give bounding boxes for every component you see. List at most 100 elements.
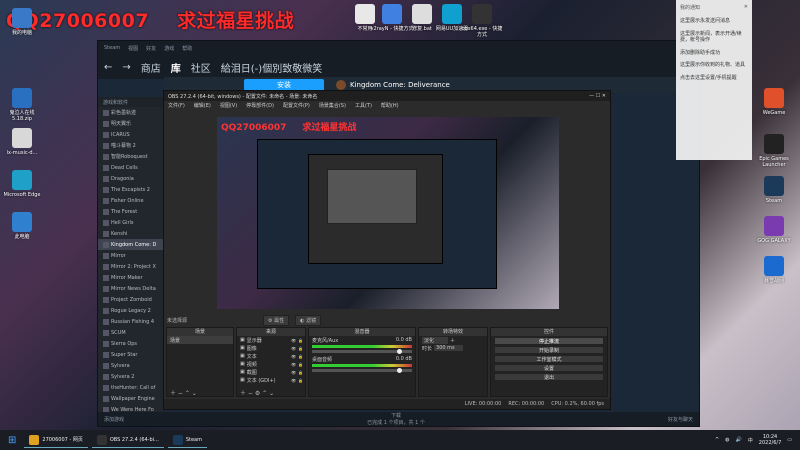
- control-button[interactable]: 退出: [494, 373, 604, 381]
- game-list-item[interactable]: The Forest: [98, 206, 164, 217]
- control-button[interactable]: 开始录制: [494, 346, 604, 354]
- game-list-item[interactable]: Kenshi: [98, 228, 164, 239]
- game-list-item[interactable]: Kingdom Come: D: [98, 239, 164, 250]
- taskbar-item[interactable]: OBS 27.2.4 (64-bi...: [91, 432, 164, 448]
- source-item[interactable]: ▣ 视频 👁 🔒: [237, 360, 305, 368]
- obs-preview[interactable]: QQ27006007 求过福星挑战: [217, 117, 559, 309]
- source-item[interactable]: ▣ 截图 👁 🔒: [237, 368, 305, 376]
- lock-icon[interactable]: 🔒: [298, 338, 303, 343]
- obs-menu-item[interactable]: 视图(V): [220, 102, 237, 109]
- obs-menu-item[interactable]: 场景集合(S): [319, 102, 346, 109]
- desktop-icon[interactable]: 鬼泣人在线 5.18.zip: [0, 88, 44, 122]
- desktop-icon[interactable]: 此电脑: [0, 212, 44, 240]
- game-list-item[interactable]: Project Zomboid: [98, 294, 164, 305]
- eye-icon[interactable]: 👁: [291, 362, 296, 367]
- notification-item[interactable]: 这里展示新闻，表示开通/续费，帐号操作: [676, 28, 752, 47]
- volume-slider[interactable]: [312, 349, 412, 354]
- eye-icon[interactable]: 👁: [291, 378, 296, 383]
- desktop-icon[interactable]: Epic Games Launcher: [752, 134, 796, 168]
- control-button[interactable]: 停止推流: [494, 337, 604, 345]
- sources-toolbar[interactable]: ＋ − ⚙ ⌃ ⌄: [237, 388, 305, 397]
- back-arrow-icon[interactable]: ←: [104, 62, 112, 73]
- lock-icon[interactable]: 🔒: [298, 354, 303, 359]
- eye-icon[interactable]: 👁: [291, 346, 296, 351]
- properties-button[interactable]: ⚙ 属性: [263, 314, 290, 326]
- game-list-item[interactable]: Sierra Ops: [98, 338, 164, 349]
- desktop-icon[interactable]: lx-music-d...: [0, 128, 44, 156]
- game-list-item[interactable]: theHunter: Call of: [98, 382, 164, 393]
- game-list-item[interactable]: 智能Roboquest: [98, 151, 164, 162]
- game-list-item[interactable]: Sylvera: [98, 360, 164, 371]
- eye-icon[interactable]: 👁: [291, 354, 296, 359]
- desktop-icon[interactable]: GOG GALAXY: [752, 216, 796, 244]
- transition-type[interactable]: 淡化 ＋: [419, 336, 487, 344]
- desktop-icon[interactable]: Steam: [752, 176, 796, 204]
- ime-indicator[interactable]: 中: [748, 437, 753, 444]
- game-list-item[interactable]: Dead Cells: [98, 162, 164, 173]
- lock-icon[interactable]: 🔒: [298, 362, 303, 367]
- taskbar-item[interactable]: Steam: [167, 432, 207, 448]
- game-list-item[interactable]: 彩色墨轨迹: [98, 107, 164, 118]
- obs-menu-item[interactable]: 配置文件(P): [283, 102, 310, 109]
- steam-menu-item[interactable]: Steam: [104, 45, 120, 51]
- steam-menu-item[interactable]: 视图: [128, 45, 138, 52]
- game-list-item[interactable]: Sylvera 2: [98, 371, 164, 382]
- game-list-item[interactable]: Russian Fishing 4: [98, 316, 164, 327]
- tray-chevron-icon[interactable]: ^: [715, 437, 719, 443]
- nav-community[interactable]: 社区: [191, 60, 211, 75]
- clock[interactable]: 10:24 2022/6/7: [759, 434, 781, 446]
- desktop-icon[interactable]: obs64.exe - 快捷方式: [460, 4, 504, 38]
- taskbar-item[interactable]: 27006007 - 网页: [24, 432, 88, 448]
- desktop-icon[interactable]: WeGame: [752, 88, 796, 116]
- game-list-item[interactable]: Mirror: [98, 250, 164, 261]
- filters-button[interactable]: ◐ 滤镜: [295, 314, 322, 326]
- eye-icon[interactable]: 👁: [291, 338, 296, 343]
- notification-item[interactable]: 点击去这里设置/手机提醒: [676, 72, 752, 85]
- obs-window[interactable]: OBS 27.2.4 (64-bit, windows) - 配置文件: 未命名…: [163, 90, 611, 410]
- source-item[interactable]: ▣ 图像 👁 🔒: [237, 344, 305, 352]
- lock-icon[interactable]: 🔒: [298, 346, 303, 351]
- volume-slider-knob[interactable]: [397, 368, 402, 373]
- obs-menu-item[interactable]: 文件(F): [168, 102, 185, 109]
- notification-item[interactable]: 这里展示永发送问消息: [676, 15, 752, 28]
- friends-chat-button[interactable]: 好友与聊天: [668, 416, 693, 423]
- maximize-icon[interactable]: ☐: [596, 93, 600, 99]
- windows-start-icon[interactable]: ⊞: [0, 435, 24, 446]
- game-list-item[interactable]: ICARUS: [98, 129, 164, 140]
- game-list-item[interactable]: Hell Girls: [98, 217, 164, 228]
- steam-menu-item[interactable]: 帮助: [182, 45, 192, 52]
- control-button[interactable]: 工作室模式: [494, 355, 604, 363]
- notification-item[interactable]: 这里展示你收到的礼物、道具: [676, 59, 752, 72]
- close-icon[interactable]: ✕: [602, 93, 606, 99]
- game-list-item[interactable]: Super Star: [98, 349, 164, 360]
- notification-item[interactable]: 添加删除助手成功: [676, 47, 752, 60]
- desktop-icon[interactable]: Microsoft Edge: [0, 170, 44, 198]
- game-list-item[interactable]: 明天翼乐: [98, 118, 164, 129]
- forward-arrow-icon[interactable]: →: [122, 62, 130, 73]
- scene-item[interactable]: 场景: [167, 336, 233, 344]
- network-icon[interactable]: ◍: [725, 437, 729, 443]
- game-list-item[interactable]: SCUM: [98, 327, 164, 338]
- scenes-toolbar[interactable]: ＋ − ⌃ ⌄: [167, 388, 233, 397]
- game-list-item[interactable]: Dragonia: [98, 173, 164, 184]
- steam-menu-item[interactable]: 游戏: [164, 45, 174, 52]
- control-button[interactable]: 设置: [494, 364, 604, 372]
- source-item[interactable]: ▣ 文本 (GDI+) 👁 🔒: [237, 376, 305, 384]
- steam-menu-item[interactable]: 好友: [146, 45, 156, 52]
- game-list-item[interactable]: Mirror 2: Project X: [98, 261, 164, 272]
- nav-library[interactable]: 库: [171, 60, 181, 75]
- duration-input[interactable]: 300 ms: [434, 345, 463, 351]
- add-icon[interactable]: ＋: [450, 337, 455, 344]
- game-list-item[interactable]: Wallpaper Engine: [98, 393, 164, 404]
- obs-menu-item[interactable]: 工具(T): [355, 102, 372, 109]
- lock-icon[interactable]: 🔒: [298, 378, 303, 383]
- obs-menu-item[interactable]: 编辑(E): [194, 102, 211, 109]
- volume-icon[interactable]: 🔊: [736, 437, 742, 443]
- game-list-item[interactable]: Fisher Online: [98, 195, 164, 206]
- volume-slider[interactable]: [312, 368, 412, 373]
- eye-icon[interactable]: 👁: [291, 370, 296, 375]
- game-list-item[interactable]: The Escapists 2: [98, 184, 164, 195]
- nav-store[interactable]: 商店: [141, 60, 161, 75]
- obs-menu-item[interactable]: 帮助(H): [381, 102, 399, 109]
- game-list-item[interactable]: 喵斗幕物 2: [98, 140, 164, 151]
